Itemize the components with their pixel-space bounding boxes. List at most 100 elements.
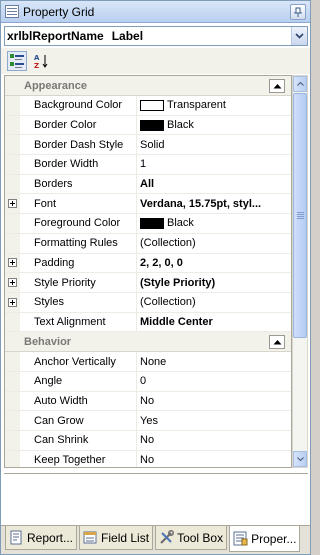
tab-label: Field List <box>101 530 150 545</box>
property-name: Anchor Vertically <box>20 352 137 371</box>
property-name: Border Color <box>20 115 137 135</box>
categorized-button[interactable] <box>7 51 27 71</box>
property-value[interactable]: (Style Priority) <box>137 273 291 292</box>
property-value[interactable]: None <box>137 352 291 371</box>
property-value[interactable]: Transparent <box>137 96 291 115</box>
panel-title-bar[interactable]: Property Grid <box>1 1 310 23</box>
property-name: Font <box>20 194 137 214</box>
property-value[interactable]: No <box>137 431 291 450</box>
property-name: Borders <box>20 174 137 194</box>
scroll-up-button[interactable] <box>293 76 307 92</box>
chevron-down-icon <box>296 457 304 461</box>
expand-plus-icon[interactable] <box>8 297 17 307</box>
color-swatch <box>140 217 164 229</box>
property-grid-toolbar: A Z <box>1 48 310 74</box>
field-list-icon <box>83 531 97 544</box>
property-name: Angle <box>20 371 137 391</box>
chevron-up-icon <box>296 82 304 86</box>
tab-label: Report... <box>27 530 74 545</box>
property-row-can-shrink[interactable]: Can Shrink No <box>5 431 291 451</box>
property-row-font[interactable]: Font Verdana, 15.75pt, styl... <box>5 194 291 215</box>
chevron-up-icon <box>273 340 281 345</box>
expand-plus-icon[interactable] <box>8 278 17 288</box>
property-name: Background Color <box>20 96 137 115</box>
property-description-panel <box>4 473 308 523</box>
object-selector[interactable]: xrlblReportName Label <box>4 26 308 46</box>
property-row-background-color[interactable]: Background Color Transparent <box>5 96 291 116</box>
chevron-up-icon <box>273 84 281 89</box>
scroll-down-button[interactable] <box>293 451 307 467</box>
property-value[interactable]: No <box>137 392 291 411</box>
property-row-border-color[interactable]: Border Color Black <box>5 115 291 136</box>
color-swatch <box>140 119 164 131</box>
property-name: Border Width <box>20 155 137 174</box>
property-name: Style Priority <box>20 273 137 292</box>
property-row-styles[interactable]: Styles (Collection) <box>5 292 291 313</box>
property-row-text-alignment[interactable]: Text Alignment Middle Center <box>5 312 291 333</box>
property-name: Text Alignment <box>20 312 137 332</box>
alphabetical-icon: A Z <box>34 54 48 69</box>
property-row-auto-width[interactable]: Auto Width No <box>5 391 291 412</box>
property-value[interactable]: Yes <box>137 411 291 430</box>
property-value[interactable]: No <box>137 451 291 467</box>
property-row-anchor-vertically[interactable]: Anchor Vertically None <box>5 352 291 372</box>
property-row-can-grow[interactable]: Can Grow Yes <box>5 411 291 431</box>
property-value[interactable]: 1 <box>137 155 291 174</box>
property-row-border-width[interactable]: Border Width 1 <box>5 155 291 175</box>
tab-property-grid[interactable]: Proper... <box>229 526 301 552</box>
color-swatch <box>140 99 164 111</box>
collapse-category-button[interactable] <box>269 335 285 350</box>
object-selector-value: xrlblReportName Label <box>5 29 291 43</box>
object-type: Label <box>111 29 144 43</box>
property-row-formatting-rules[interactable]: Formatting Rules (Collection) <box>5 233 291 254</box>
category-behavior[interactable]: Behavior <box>5 332 291 353</box>
tab-report-explorer[interactable]: Report... <box>5 526 78 550</box>
property-value[interactable]: 0 <box>137 372 291 391</box>
property-row-borders[interactable]: Borders All <box>5 174 291 195</box>
category-appearance[interactable]: Appearance <box>5 76 291 96</box>
property-grid: Appearance Background Color Transparent … <box>4 75 292 468</box>
property-name: Formatting Rules <box>20 233 137 253</box>
property-value[interactable]: Black <box>137 116 291 135</box>
property-value[interactable]: All <box>137 175 291 194</box>
property-grid-panel: Property Grid xrlblReportName Label A Z … <box>0 0 311 555</box>
svg-text:A: A <box>34 54 40 62</box>
property-value[interactable]: (Collection) <box>137 234 291 253</box>
report-explorer-icon <box>10 530 22 545</box>
property-row-border-dash-style[interactable]: Border Dash Style Solid <box>5 135 291 156</box>
property-value[interactable]: Solid <box>137 135 291 154</box>
property-value[interactable]: Verdana, 15.75pt, styl... <box>137 194 291 213</box>
object-selector-dropdown-button[interactable] <box>291 27 307 45</box>
expand-plus-icon[interactable] <box>8 258 17 268</box>
property-name: Can Shrink <box>20 431 137 450</box>
property-row-keep-together[interactable]: Keep Together No <box>5 450 291 467</box>
expand-plus-icon[interactable] <box>8 199 17 209</box>
category-label: Behavior <box>24 335 72 348</box>
property-grid-icon <box>233 531 248 546</box>
property-name: Padding <box>20 253 137 273</box>
property-name: Auto Width <box>20 391 137 411</box>
pin-button[interactable] <box>290 4 306 20</box>
property-name: Foreground Color <box>20 214 137 233</box>
collapse-category-button[interactable] <box>269 79 285 93</box>
dock-tab-strip: Report... Field List Tool Box Proper... <box>1 525 310 554</box>
property-value[interactable]: Middle Center <box>137 313 291 332</box>
property-row-foreground-color[interactable]: Foreground Color Black <box>5 214 291 234</box>
tab-tool-box[interactable]: Tool Box <box>155 526 228 550</box>
property-row-angle[interactable]: Angle 0 <box>5 371 291 392</box>
tab-field-list[interactable]: Field List <box>79 526 154 550</box>
property-value[interactable]: Black <box>137 214 291 233</box>
scrollbar-thumb[interactable] <box>293 93 307 338</box>
property-name: Can Grow <box>20 411 137 430</box>
grid-vertical-scrollbar[interactable] <box>292 75 308 468</box>
property-name: Border Dash Style <box>20 135 137 155</box>
alphabetical-button[interactable]: A Z <box>31 51 51 71</box>
property-value[interactable]: (Collection) <box>137 293 291 312</box>
property-name: Styles <box>20 292 137 312</box>
pin-icon <box>294 7 302 17</box>
property-row-style-priority[interactable]: Style Priority (Style Priority) <box>5 273 291 293</box>
property-row-padding[interactable]: Padding 2, 2, 0, 0 <box>5 253 291 274</box>
tab-label: Proper... <box>251 531 297 546</box>
property-grid-window-icon <box>5 5 19 18</box>
property-value[interactable]: 2, 2, 0, 0 <box>137 254 291 273</box>
